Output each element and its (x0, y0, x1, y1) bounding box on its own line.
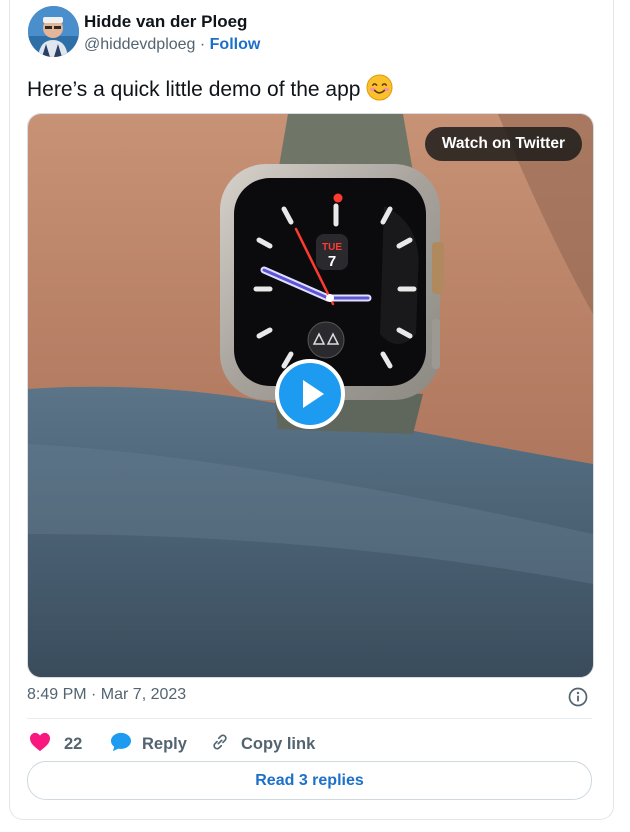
watch-day: TUE (322, 242, 342, 253)
read-replies-button[interactable]: Read 3 replies (27, 761, 592, 800)
author-handle[interactable]: @hiddevdploeg (84, 36, 195, 53)
link-icon (210, 732, 230, 757)
play-button[interactable] (275, 359, 345, 429)
tweet-text: Here’s a quick little demo of the app (27, 74, 393, 107)
like-count: 22 (64, 735, 83, 753)
reply-button[interactable]: Reply (110, 732, 187, 757)
divider (27, 718, 592, 719)
reply-label: Reply (142, 735, 187, 753)
watch-date: 7 (328, 253, 336, 270)
tweet-body: Here’s a quick little demo of the app (27, 78, 361, 102)
author-name[interactable]: Hidde van der Ploeg (84, 12, 247, 32)
author-handle-line: @hiddevdploeg · Follow (84, 36, 260, 54)
copy-link-label: Copy link (241, 735, 316, 753)
copy-link-button[interactable]: Copy link (210, 732, 315, 757)
handle-separator: · (195, 36, 210, 53)
play-icon (303, 380, 324, 408)
reply-bubble-icon (110, 732, 132, 757)
tweet-timestamp[interactable]: 8:49 PM · Mar 7, 2023 (27, 686, 186, 704)
smiling-face-emoji-icon (366, 74, 393, 107)
watch-on-twitter-button[interactable]: Watch on Twitter (424, 127, 582, 161)
video-player[interactable]: TUE 7 Watch on Twitter (27, 113, 594, 678)
like-button[interactable]: 22 (29, 732, 82, 757)
avatar[interactable] (28, 6, 79, 57)
heart-icon (29, 732, 51, 757)
follow-button[interactable]: Follow (210, 36, 261, 53)
avatar-image (28, 6, 79, 57)
info-icon[interactable] (568, 687, 588, 707)
